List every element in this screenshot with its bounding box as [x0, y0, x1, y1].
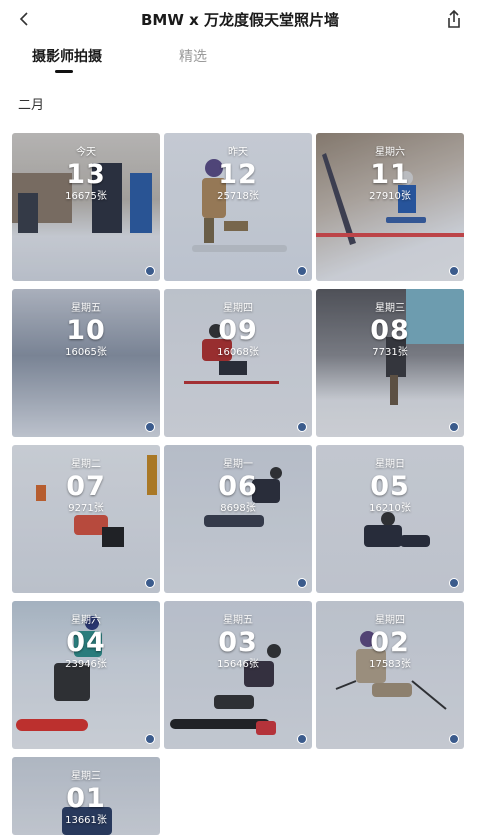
- weekday-label: 星期日: [375, 459, 405, 470]
- month-heading: 二月: [18, 98, 45, 113]
- photo-count: 16065张: [65, 347, 107, 358]
- day-tile[interactable]: 星期日 05 16210张: [316, 445, 464, 593]
- photo-count: 17583张: [369, 659, 411, 670]
- tile-text: 星期四 02 17583张: [316, 615, 464, 671]
- weekday-label: 星期六: [71, 615, 101, 626]
- day-tile[interactable]: 星期三 08 7731张: [316, 289, 464, 437]
- tile-text: 星期一 06 8698张: [164, 459, 312, 515]
- tab-photographer[interactable]: 摄影师拍摄: [32, 46, 102, 66]
- watermark-logo: [297, 734, 307, 744]
- tile-text: 星期三 08 7731张: [316, 303, 464, 359]
- photo-count: 13661张: [65, 815, 107, 826]
- tile-text: 星期五 10 16065张: [12, 303, 160, 359]
- day-tile[interactable]: 星期六 11 27910张: [316, 133, 464, 281]
- day-tile[interactable]: 星期四 02 17583张: [316, 601, 464, 749]
- watermark-logo: [297, 422, 307, 432]
- watermark-logo: [297, 266, 307, 276]
- watermark-logo: [449, 422, 459, 432]
- date-number: 01: [66, 783, 106, 814]
- weekday-label: 昨天: [228, 147, 248, 158]
- day-tile[interactable]: 星期五 10 16065张: [12, 289, 160, 437]
- photo-count: 9271张: [68, 503, 104, 514]
- photo-count: 7731张: [372, 347, 408, 358]
- tile-text: 星期二 07 9271张: [12, 459, 160, 515]
- date-number: 12: [218, 159, 258, 190]
- tile-text: 今天 13 16675张: [12, 147, 160, 203]
- top-bar: BMW x 万龙度假天堂照片墙: [0, 0, 480, 38]
- weekday-label: 星期六: [375, 147, 405, 158]
- weekday-label: 今天: [76, 147, 96, 158]
- date-number: 04: [66, 627, 106, 658]
- tab-bar: 摄影师拍摄 精选: [0, 46, 480, 80]
- photo-count: 8698张: [220, 503, 256, 514]
- weekday-label: 星期二: [71, 459, 101, 470]
- page-title: BMW x 万龙度假天堂照片墙: [140, 11, 340, 29]
- watermark-logo: [145, 422, 155, 432]
- date-number: 11: [370, 159, 410, 190]
- weekday-label: 星期四: [375, 615, 405, 626]
- date-number: 06: [218, 471, 258, 502]
- watermark-logo: [145, 578, 155, 588]
- watermark-logo: [449, 266, 459, 276]
- tile-text: 昨天 12 25718张: [164, 147, 312, 203]
- date-number: 10: [66, 315, 106, 346]
- tile-text: 星期六 11 27910张: [316, 147, 464, 203]
- date-number: 09: [218, 315, 258, 346]
- tile-text: 星期六 04 23946张: [12, 615, 160, 671]
- weekday-label: 星期四: [223, 303, 253, 314]
- photo-count: 23946张: [65, 659, 107, 670]
- weekday-label: 星期五: [71, 303, 101, 314]
- day-tile[interactable]: 今天 13 16675张: [12, 133, 160, 281]
- photo-count: 27910张: [369, 191, 411, 202]
- day-tile[interactable]: 星期二 07 9271张: [12, 445, 160, 593]
- tab-featured[interactable]: 精选: [179, 46, 207, 66]
- weekday-label: 星期一: [223, 459, 253, 470]
- date-number: 07: [66, 471, 106, 502]
- active-tab-indicator: [55, 70, 73, 73]
- photo-count: 25718张: [217, 191, 259, 202]
- weekday-label: 星期三: [71, 771, 101, 782]
- share-icon: [448, 9, 460, 28]
- tile-text: 星期五 03 15646张: [164, 615, 312, 671]
- photo-count: 15646张: [217, 659, 259, 670]
- watermark-logo: [145, 734, 155, 744]
- date-number: 13: [66, 159, 106, 190]
- share-button[interactable]: [440, 5, 468, 33]
- photo-count: 16675张: [65, 191, 107, 202]
- weekday-label: 星期三: [375, 303, 405, 314]
- day-tile[interactable]: 星期三 01 13661张: [12, 757, 160, 835]
- day-tile[interactable]: 星期五 03 15646张: [164, 601, 312, 749]
- weekday-label: 星期五: [223, 615, 253, 626]
- watermark-logo: [449, 734, 459, 744]
- photo-count: 16210张: [369, 503, 411, 514]
- watermark-logo: [145, 266, 155, 276]
- date-number: 08: [370, 315, 410, 346]
- date-number: 03: [218, 627, 258, 658]
- date-number: 05: [370, 471, 410, 502]
- watermark-logo: [449, 578, 459, 588]
- watermark-logo: [297, 578, 307, 588]
- date-number: 02: [370, 627, 410, 658]
- day-tile[interactable]: 昨天 12 25718张: [164, 133, 312, 281]
- day-tile[interactable]: 星期一 06 8698张: [164, 445, 312, 593]
- day-tile[interactable]: 星期六 04 23946张: [12, 601, 160, 749]
- tile-text: 星期三 01 13661张: [12, 771, 160, 827]
- day-tile[interactable]: 星期四 09 16068张: [164, 289, 312, 437]
- tile-text: 星期四 09 16068张: [164, 303, 312, 359]
- tile-text: 星期日 05 16210张: [316, 459, 464, 515]
- photo-count: 16068张: [217, 347, 259, 358]
